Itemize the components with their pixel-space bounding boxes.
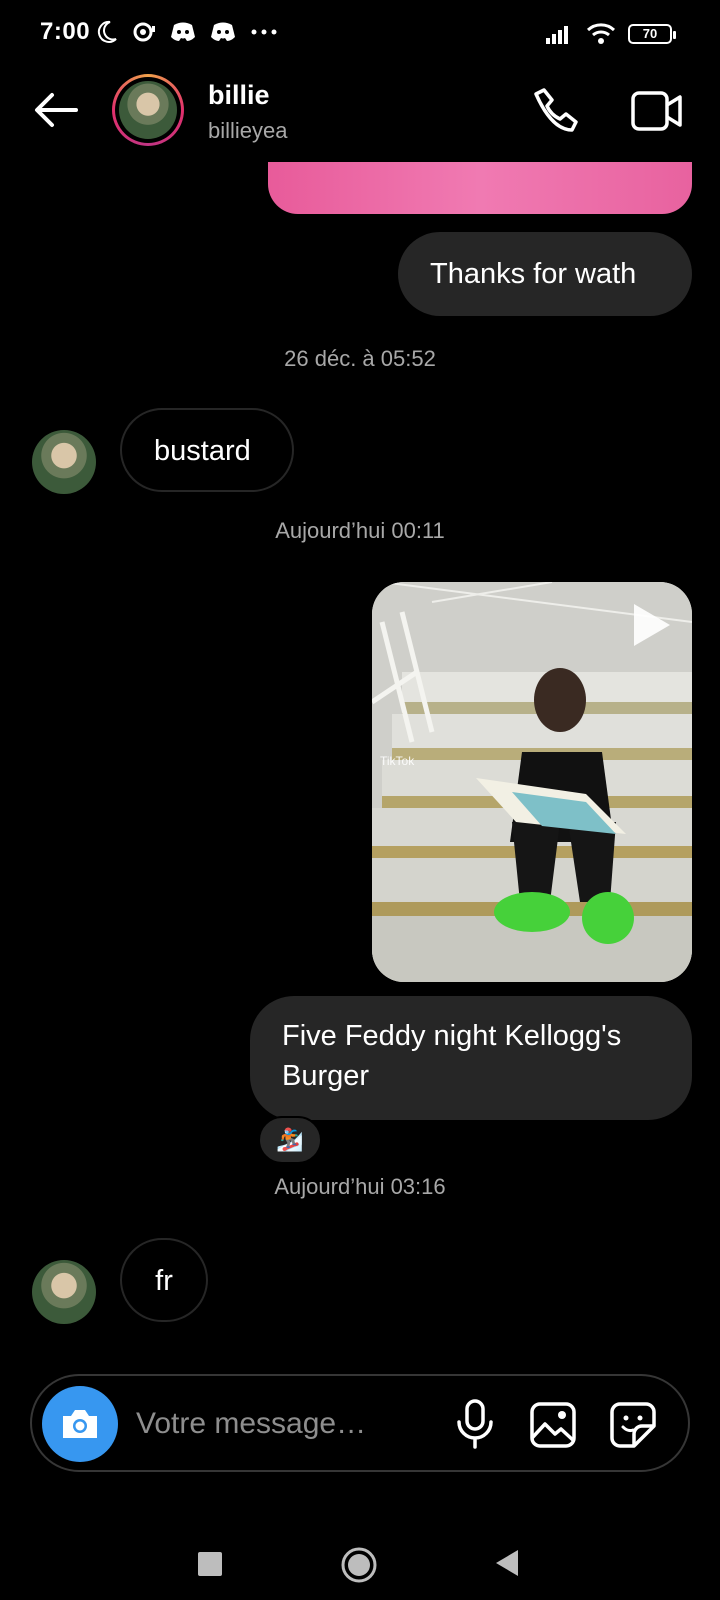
sender-avatar[interactable] bbox=[32, 430, 96, 494]
video-camera-icon[interactable] bbox=[630, 88, 684, 134]
play-icon[interactable] bbox=[628, 600, 674, 650]
camera-icon bbox=[63, 1410, 97, 1438]
avatar-image bbox=[119, 81, 177, 139]
microphone-icon[interactable] bbox=[450, 1398, 500, 1450]
arrow-left-icon[interactable] bbox=[32, 90, 80, 130]
timestamp: Aujourd’hui 03:16 bbox=[274, 1174, 446, 1199]
status-notification-icons bbox=[96, 20, 278, 44]
message-text: fr bbox=[155, 1265, 173, 1297]
phone-icon[interactable] bbox=[530, 86, 580, 136]
sent-message[interactable]: Thanks for wath bbox=[398, 232, 692, 316]
gallery-icon[interactable] bbox=[528, 1400, 578, 1450]
message-list[interactable]: Thanks for wath 26 déc. à 05:52 bustard … bbox=[0, 162, 720, 1342]
timestamp: 26 déc. à 05:52 bbox=[284, 346, 436, 371]
received-message[interactable]: fr bbox=[120, 1238, 208, 1322]
more-icon bbox=[251, 29, 277, 35]
shared-media-message[interactable] bbox=[268, 162, 692, 214]
status-system-icons: 70 bbox=[544, 22, 676, 46]
reaction-emoji: 🏂 bbox=[276, 1127, 304, 1152]
contact-name[interactable]: billie bbox=[208, 80, 270, 111]
sender-avatar[interactable] bbox=[32, 1260, 96, 1324]
battery-icon: 70 bbox=[628, 24, 676, 44]
signal-icon bbox=[546, 26, 568, 44]
message-composer bbox=[30, 1374, 690, 1472]
contact-username[interactable]: billieyea bbox=[208, 118, 288, 144]
status-bar: 7:00 70 bbox=[0, 0, 720, 70]
message-reaction[interactable]: 🏂 bbox=[258, 1116, 322, 1164]
recent-apps-button[interactable] bbox=[198, 1552, 222, 1576]
avatar[interactable] bbox=[112, 74, 184, 146]
sync-icon bbox=[133, 22, 155, 42]
message-input[interactable] bbox=[136, 1400, 426, 1448]
camera-button[interactable] bbox=[42, 1386, 118, 1462]
chat-header: billie billieyea bbox=[0, 70, 720, 162]
timestamp: Aujourd’hui 00:11 bbox=[275, 518, 445, 543]
message-text: bustard bbox=[154, 435, 251, 467]
sent-message[interactable]: Five Feddy night Kellogg's Burger bbox=[250, 996, 692, 1120]
video-message[interactable]: TikTok bbox=[372, 582, 692, 982]
message-text: Thanks for wath bbox=[430, 258, 637, 290]
wifi-icon bbox=[586, 23, 616, 44]
message-text: Five Feddy night Kellogg's Burger bbox=[282, 1020, 622, 1092]
status-time: 7:00 bbox=[40, 18, 91, 45]
moon-icon bbox=[97, 20, 117, 43]
received-message[interactable]: bustard bbox=[120, 408, 294, 492]
system-back-button[interactable] bbox=[494, 1548, 520, 1578]
home-button[interactable] bbox=[340, 1546, 378, 1584]
discord-icon bbox=[171, 22, 195, 41]
discord-icon bbox=[211, 22, 235, 41]
system-navigation-bar bbox=[0, 1500, 720, 1600]
tiktok-watermark: TikTok bbox=[380, 754, 415, 768]
sticker-icon[interactable] bbox=[608, 1400, 658, 1450]
